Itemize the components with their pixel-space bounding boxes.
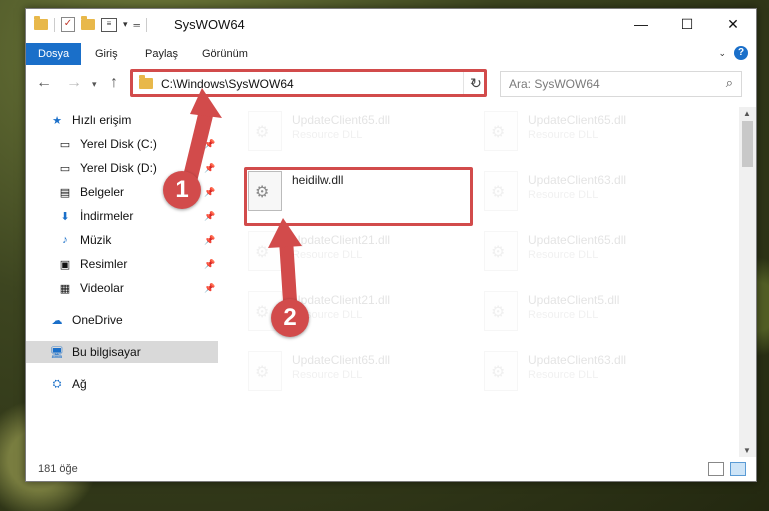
arrow-two-head — [268, 218, 302, 248]
callout-step-1: 1 — [163, 171, 201, 209]
arrow-one-head — [190, 88, 222, 118]
arrow-two-shaft — [279, 239, 297, 302]
callout-step-2: 2 — [271, 299, 309, 337]
annotation-arrows — [182, 88, 302, 302]
